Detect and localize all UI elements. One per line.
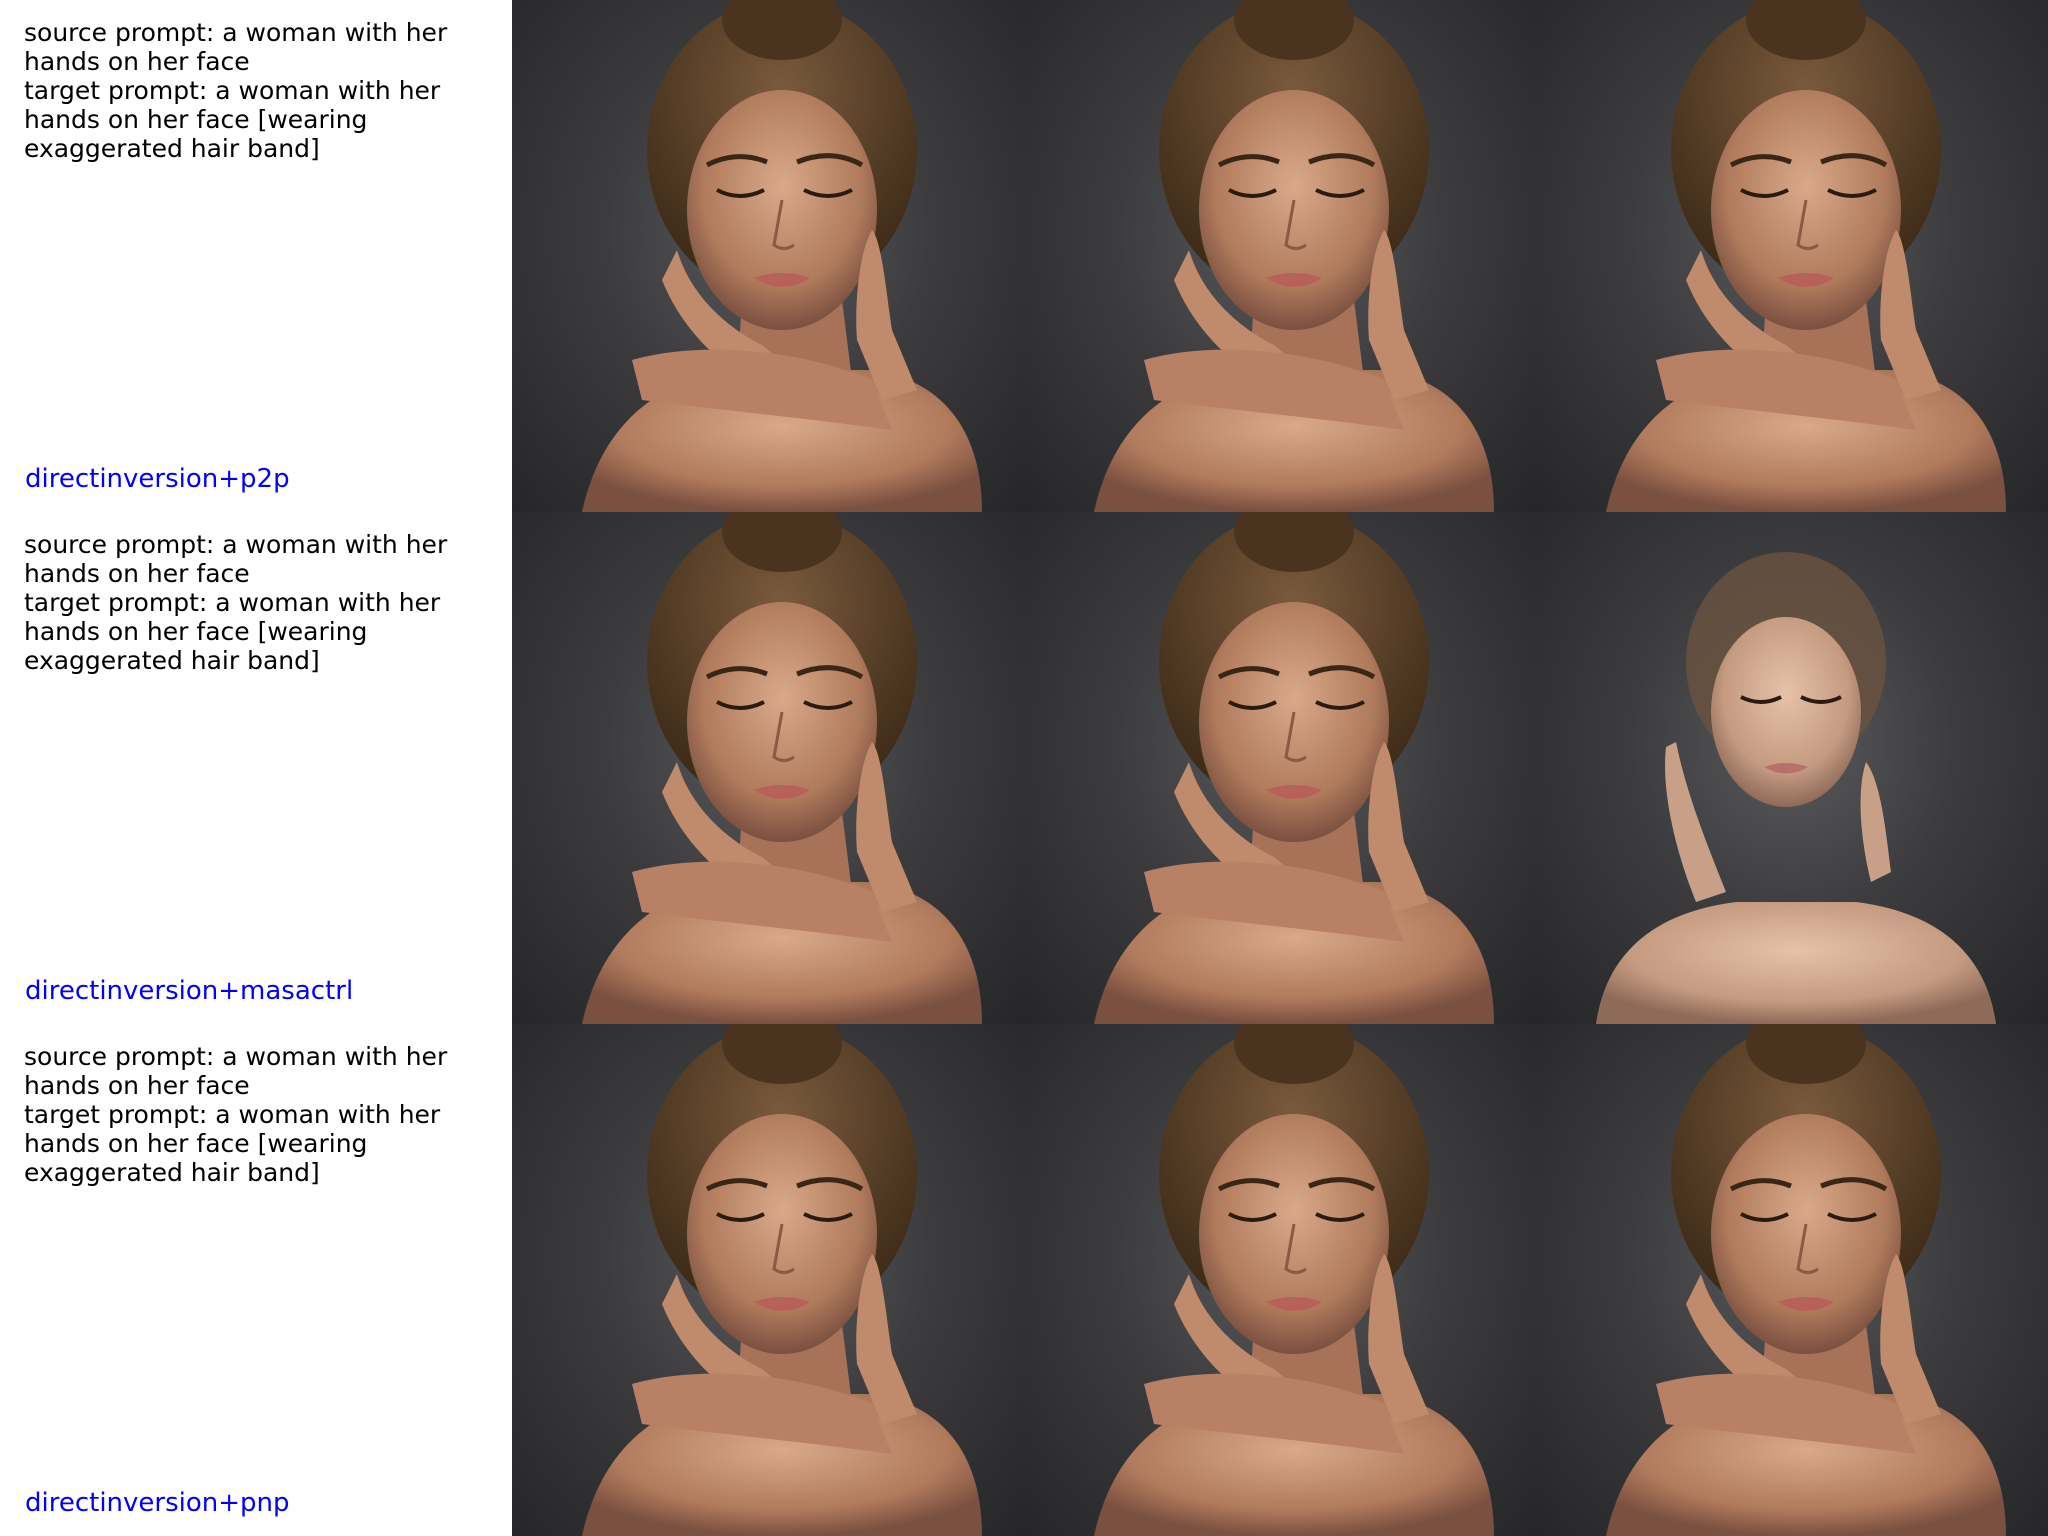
result-row: source prompt: a woman with her hands on… bbox=[0, 512, 2048, 1024]
source-image bbox=[512, 0, 1024, 512]
prompt-text: source prompt: a woman with her hands on… bbox=[24, 530, 494, 675]
source-prompt: source prompt: a woman with her hands on… bbox=[24, 18, 448, 76]
prompt-text: source prompt: a woman with her hands on… bbox=[24, 18, 494, 163]
portrait-image bbox=[1536, 0, 2048, 512]
edited-image bbox=[1536, 1024, 2048, 1536]
portrait-image bbox=[512, 512, 1024, 1024]
edited-image bbox=[1536, 0, 2048, 512]
portrait-image-distorted bbox=[1596, 552, 1996, 1024]
edited-image bbox=[1536, 512, 2048, 1024]
reconstructed-image bbox=[1024, 1024, 1536, 1536]
source-prompt: source prompt: a woman with her hands on… bbox=[24, 1042, 448, 1100]
prompt-panel: source prompt: a woman with her hands on… bbox=[0, 0, 512, 512]
prompt-panel: source prompt: a woman with her hands on… bbox=[0, 1024, 512, 1536]
reconstructed-image bbox=[1024, 512, 1536, 1024]
portrait-image bbox=[512, 1024, 1024, 1536]
prompt-panel: source prompt: a woman with her hands on… bbox=[0, 512, 512, 1024]
source-prompt: source prompt: a woman with her hands on… bbox=[24, 530, 448, 588]
prompt-text: source prompt: a woman with her hands on… bbox=[24, 1042, 494, 1187]
method-label: directinversion+masactrl bbox=[25, 976, 354, 1006]
portrait-image bbox=[1024, 512, 1536, 1024]
source-image bbox=[512, 1024, 1024, 1536]
source-image bbox=[512, 512, 1024, 1024]
method-label: directinversion+pnp bbox=[25, 1488, 290, 1518]
portrait-image bbox=[1024, 1024, 1536, 1536]
result-row: source prompt: a woman with her hands on… bbox=[0, 1024, 2048, 1536]
result-row: source prompt: a woman with her hands on… bbox=[0, 0, 2048, 512]
target-prompt: target prompt: a woman with her hands on… bbox=[24, 76, 441, 163]
comparison-grid: source prompt: a woman with her hands on… bbox=[0, 0, 2048, 1536]
portrait-image bbox=[512, 0, 1024, 512]
method-label: directinversion+p2p bbox=[25, 464, 290, 494]
portrait-image bbox=[1024, 0, 1536, 512]
target-prompt: target prompt: a woman with her hands on… bbox=[24, 1100, 441, 1187]
portrait-image bbox=[1536, 1024, 2048, 1536]
reconstructed-image bbox=[1024, 0, 1536, 512]
target-prompt: target prompt: a woman with her hands on… bbox=[24, 588, 441, 675]
